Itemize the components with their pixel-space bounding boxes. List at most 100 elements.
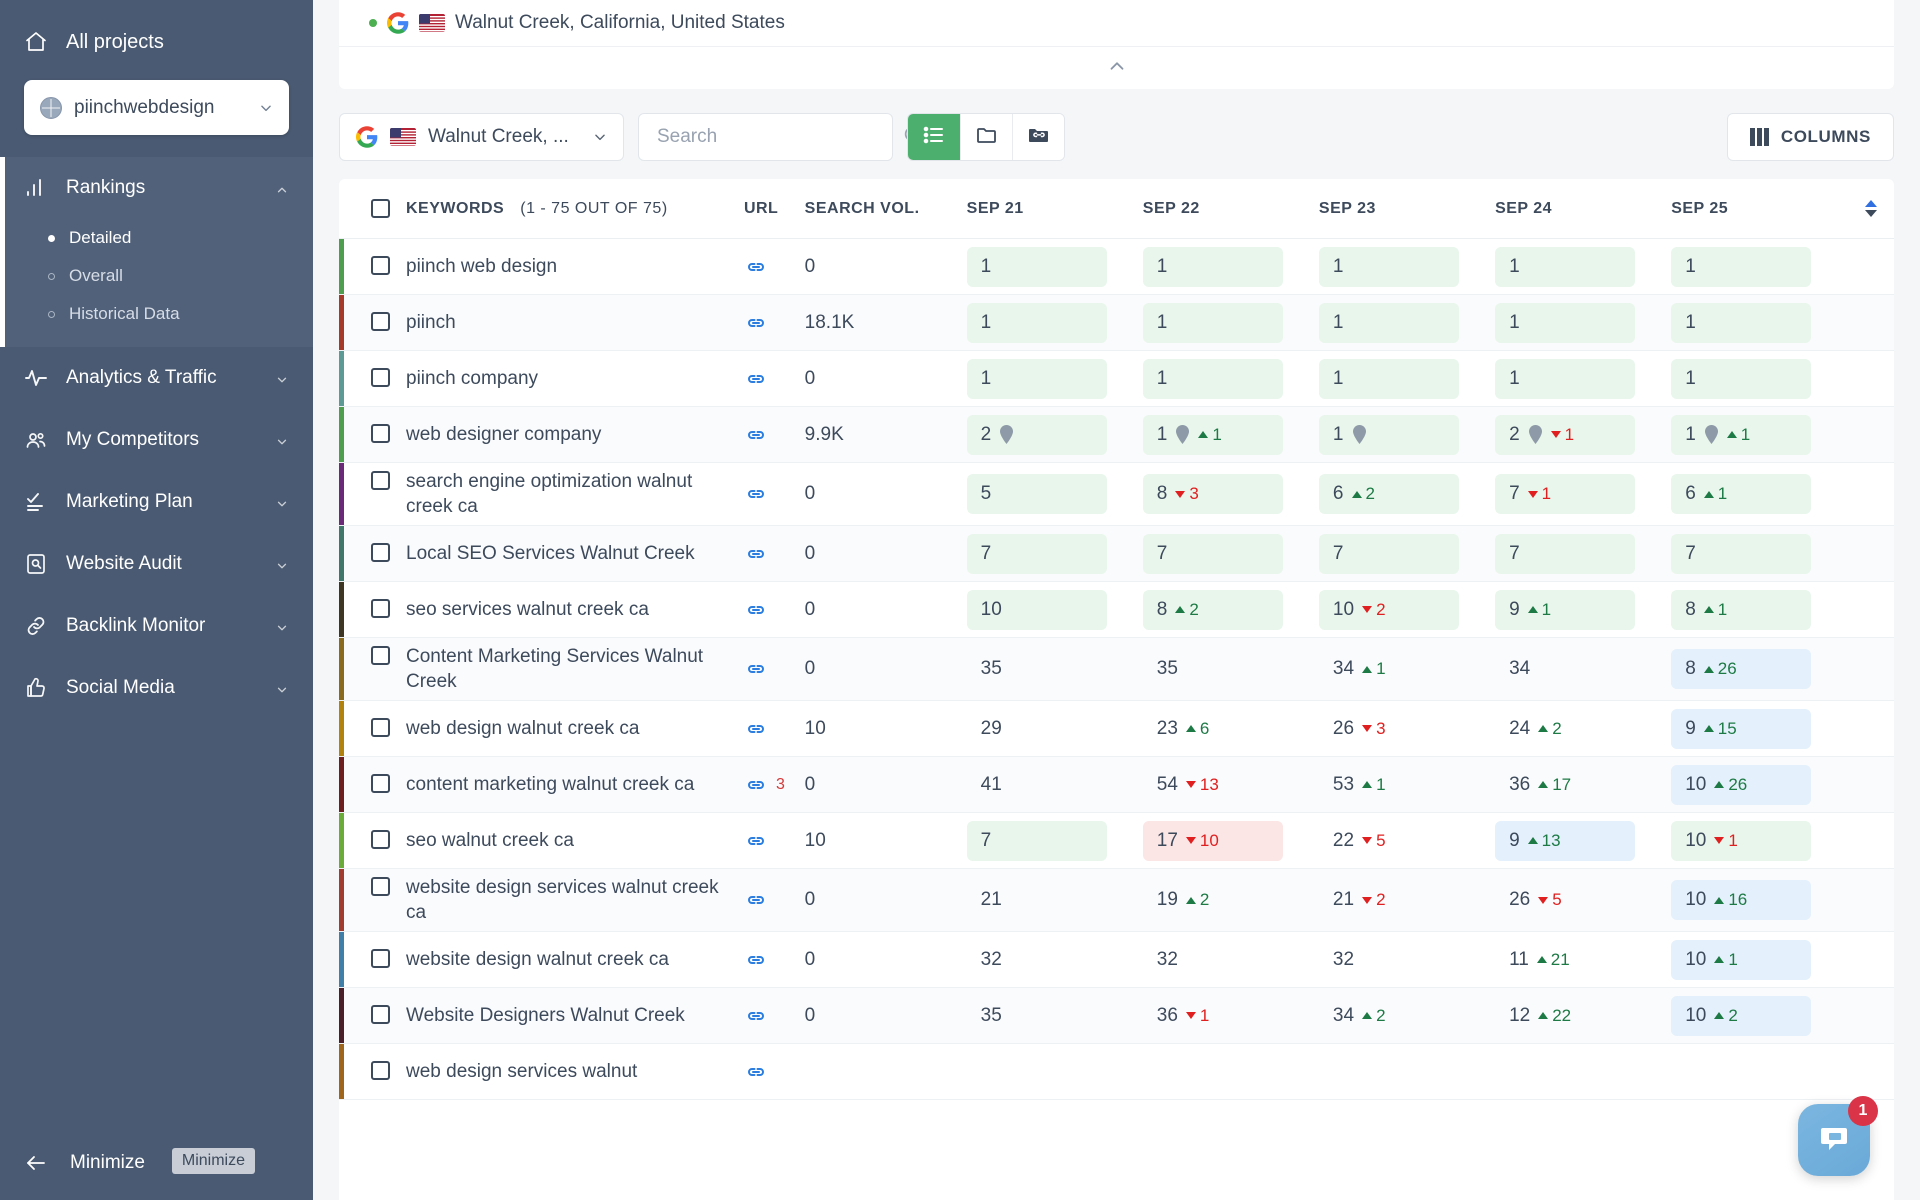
rank-cell[interactable]: 12 22 bbox=[1495, 987, 1672, 1045]
rank-cell[interactable]: 1 bbox=[1318, 350, 1496, 407]
table-row[interactable]: piinch 18.1K 1 1 1 1 1 bbox=[339, 294, 1894, 351]
rank-cell[interactable]: 1 bbox=[966, 350, 1143, 407]
collapse-panel-button[interactable] bbox=[339, 47, 1894, 89]
table-row[interactable]: Website Designers Walnut Creek 0 35 36 1 34 2 1… bbox=[339, 987, 1894, 1045]
link-icon[interactable] bbox=[744, 1060, 768, 1084]
table-row[interactable]: content marketing walnut creek ca 3 0 41 54 1… bbox=[339, 756, 1894, 814]
all-projects-link[interactable]: All projects bbox=[24, 22, 289, 62]
row-checkbox[interactable] bbox=[371, 949, 390, 969]
link-icon[interactable] bbox=[744, 1004, 768, 1028]
rank-cell[interactable]: 1 bbox=[1671, 350, 1848, 407]
rank-cell[interactable]: 82 bbox=[1142, 581, 1319, 639]
rank-cell[interactable]: 11 21 bbox=[1495, 931, 1672, 989]
columns-button[interactable]: COLUMNS bbox=[1726, 113, 1894, 161]
table-row[interactable]: piinch web design 0 1 1 1 1 1 bbox=[339, 238, 1894, 295]
rank-cell[interactable]: 1 bbox=[1142, 238, 1319, 295]
table-row[interactable]: web designer company 9.9K 2 1 1 1 2 1 1 1 bbox=[339, 406, 1894, 463]
link-icon[interactable] bbox=[744, 542, 768, 566]
rank-cell[interactable]: 1 bbox=[1495, 238, 1672, 295]
row-checkbox[interactable] bbox=[371, 718, 390, 738]
row-checkbox[interactable] bbox=[371, 646, 390, 666]
rank-cell[interactable]: 7 bbox=[1142, 525, 1319, 583]
rank-cell[interactable]: 91 bbox=[1495, 581, 1672, 639]
link-icon[interactable] bbox=[744, 423, 768, 447]
row-checkbox[interactable] bbox=[371, 599, 390, 619]
rank-cell[interactable]: 10 2 bbox=[1318, 581, 1496, 639]
link-icon[interactable] bbox=[744, 311, 768, 335]
rank-cell[interactable]: 1 bbox=[1495, 294, 1672, 351]
rank-cell[interactable]: 26 5 bbox=[1495, 868, 1672, 933]
rank-cell[interactable]: 1 bbox=[1318, 406, 1496, 463]
rank-cell[interactable]: 22 5 bbox=[1318, 812, 1496, 870]
location-filter-select[interactable]: Walnut Creek, ... bbox=[339, 113, 624, 161]
rank-cell[interactable]: 5 bbox=[966, 462, 1143, 527]
rank-cell[interactable]: 1 bbox=[1142, 350, 1319, 407]
table-row[interactable]: piinch company 0 1 1 1 1 1 bbox=[339, 350, 1894, 407]
rank-cell[interactable]: 7 bbox=[1495, 525, 1672, 583]
row-checkbox[interactable] bbox=[371, 543, 390, 563]
row-checkbox[interactable] bbox=[371, 1005, 390, 1025]
row-checkbox[interactable] bbox=[371, 1061, 390, 1081]
rank-cell[interactable]: 7 bbox=[1671, 525, 1848, 583]
sidebar-item-historical-data[interactable]: Historical Data bbox=[0, 295, 313, 333]
rank-cell[interactable]: 36 1 bbox=[1142, 987, 1319, 1045]
col-day-0[interactable]: SEP 21 bbox=[966, 179, 1143, 239]
nav-item-social-media[interactable]: Social Media bbox=[0, 657, 313, 719]
rank-cell[interactable]: 35 bbox=[966, 637, 1143, 702]
rank-cell[interactable]: 32 bbox=[1142, 931, 1319, 989]
rank-cell[interactable]: 10 1 bbox=[1671, 931, 1848, 989]
link-icon[interactable] bbox=[744, 773, 768, 797]
rank-cell[interactable]: 1 bbox=[1671, 238, 1848, 295]
nav-item-backlink-monitor[interactable]: Backlink Monitor bbox=[0, 595, 313, 657]
search-input[interactable] bbox=[657, 126, 902, 148]
rank-cell[interactable]: 53 1 bbox=[1318, 756, 1496, 814]
col-day-1[interactable]: SEP 22 bbox=[1142, 179, 1319, 239]
table-row[interactable]: search engine optimization walnut creek … bbox=[339, 462, 1894, 527]
table-row[interactable]: web design services walnut bbox=[339, 1043, 1894, 1101]
rank-cell[interactable]: 1 bbox=[1142, 294, 1319, 351]
rank-cell[interactable]: 36 17 bbox=[1495, 756, 1672, 814]
rank-cell[interactable]: 1 bbox=[966, 294, 1143, 351]
rank-cell[interactable]: 34 bbox=[1495, 637, 1672, 702]
rank-cell[interactable]: 26 3 bbox=[1318, 700, 1496, 758]
rank-cell[interactable]: 1 bbox=[1671, 294, 1848, 351]
rank-cell[interactable]: 10 1 bbox=[1671, 812, 1848, 870]
rank-cell[interactable]: 23 6 bbox=[1142, 700, 1319, 758]
rank-cell[interactable]: 24 2 bbox=[1495, 700, 1672, 758]
rank-cell[interactable]: 1 bbox=[1318, 238, 1496, 295]
rank-cell[interactable]: 61 bbox=[1671, 462, 1848, 527]
col-day-4[interactable]: SEP 25 bbox=[1671, 179, 1848, 239]
col-day-2[interactable]: SEP 23 bbox=[1318, 179, 1496, 239]
rank-cell[interactable]: 21 bbox=[1495, 406, 1672, 463]
rank-cell[interactable]: 81 bbox=[1671, 581, 1848, 639]
rank-cell[interactable]: 54 13 bbox=[1142, 756, 1319, 814]
link-icon[interactable] bbox=[744, 717, 768, 741]
link-icon[interactable] bbox=[744, 482, 768, 506]
rank-cell[interactable]: 11 bbox=[1671, 406, 1848, 463]
link-icon[interactable] bbox=[744, 888, 768, 912]
folder-view-button[interactable] bbox=[960, 114, 1012, 160]
table-row[interactable]: website design walnut creek ca 0 32 32 32 11 2… bbox=[339, 931, 1894, 989]
nav-item-website-audit[interactable]: Website Audit bbox=[0, 533, 313, 595]
link-icon[interactable] bbox=[744, 948, 768, 972]
nav-item-rankings[interactable]: Rankings bbox=[0, 157, 313, 219]
select-all-checkbox[interactable] bbox=[371, 199, 390, 218]
link-icon[interactable] bbox=[744, 657, 768, 681]
rank-cell[interactable]: 10 2 bbox=[1671, 987, 1848, 1045]
rank-cell[interactable]: 34 2 bbox=[1318, 987, 1496, 1045]
row-checkbox[interactable] bbox=[371, 471, 390, 490]
rank-cell[interactable]: 35 bbox=[966, 987, 1143, 1045]
rank-cell[interactable]: 10 bbox=[966, 581, 1143, 639]
row-checkbox[interactable] bbox=[371, 255, 390, 275]
rank-cell[interactable]: 10 16 bbox=[1671, 868, 1848, 933]
rank-cell[interactable]: 1 bbox=[1318, 294, 1496, 351]
rank-cell[interactable]: 7 bbox=[966, 525, 1143, 583]
rank-cell[interactable]: 7 bbox=[966, 812, 1143, 870]
link-icon[interactable] bbox=[744, 598, 768, 622]
rank-cell[interactable]: 41 bbox=[966, 756, 1143, 814]
table-row[interactable]: web design walnut creek ca 10 29 23 6 26 3 24 2 9… bbox=[339, 700, 1894, 758]
rank-cell[interactable]: 35 bbox=[1142, 637, 1319, 702]
sidebar-item-detailed[interactable]: Detailed bbox=[0, 219, 313, 257]
list-view-button[interactable] bbox=[908, 114, 960, 160]
nav-item-my-competitors[interactable]: My Competitors bbox=[0, 409, 313, 471]
